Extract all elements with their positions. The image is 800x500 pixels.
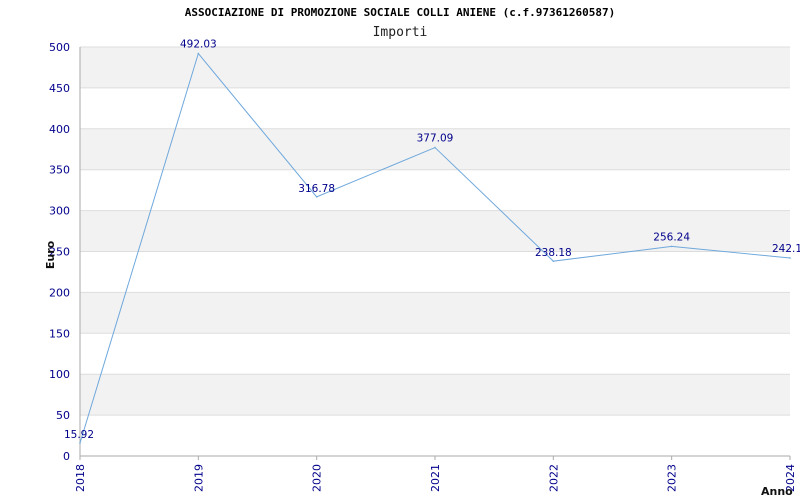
data-point [789,257,791,259]
data-label: 238.18 [535,247,572,259]
data-point [315,196,318,198]
y-tick-label: 0 [63,450,70,463]
x-tick-label: 2023 [666,464,679,492]
y-tick-label: 200 [49,286,70,299]
y-axis-title: Euro [44,240,57,269]
x-tick-label: 2022 [547,464,560,492]
band [80,47,790,88]
x-tick-label: 2020 [311,464,324,492]
data-point [79,442,81,444]
data-point [552,260,555,262]
x-tick-labels: 2018 2019 2020 2021 2022 2023 2024 [74,464,797,492]
x-tick-label: 2019 [192,464,205,492]
data-label: 377.09 [417,133,454,145]
band [80,374,790,416]
x-tick-label: 2018 [74,464,87,492]
data-label: 316.78 [298,183,335,195]
y-tick-label: 150 [49,327,70,340]
data-point [197,52,200,55]
band [80,169,790,211]
data-label: 256.24 [653,231,690,243]
x-tick-label: 2021 [429,464,442,492]
band [80,251,790,293]
band [80,415,790,456]
y-tick-label: 350 [49,164,70,177]
line-chart: 050100150200250300350400450500 2018 2019 2… [44,39,800,498]
data-point [670,245,673,248]
data-point [434,146,436,149]
y-tick-label: 450 [49,82,70,95]
y-tick-label: 400 [49,123,70,136]
y-tick-label: 100 [49,368,70,381]
data-label: 242.1 [772,243,800,255]
data-label: 492.03 [180,39,217,51]
y-tick-label: 300 [49,205,70,218]
data-label: 15.92 [64,429,94,441]
band [80,292,790,334]
band [80,333,790,375]
x-axis-title: Anno [761,485,793,498]
y-tick-label: 50 [56,409,70,422]
y-tick-label: 500 [49,41,70,54]
